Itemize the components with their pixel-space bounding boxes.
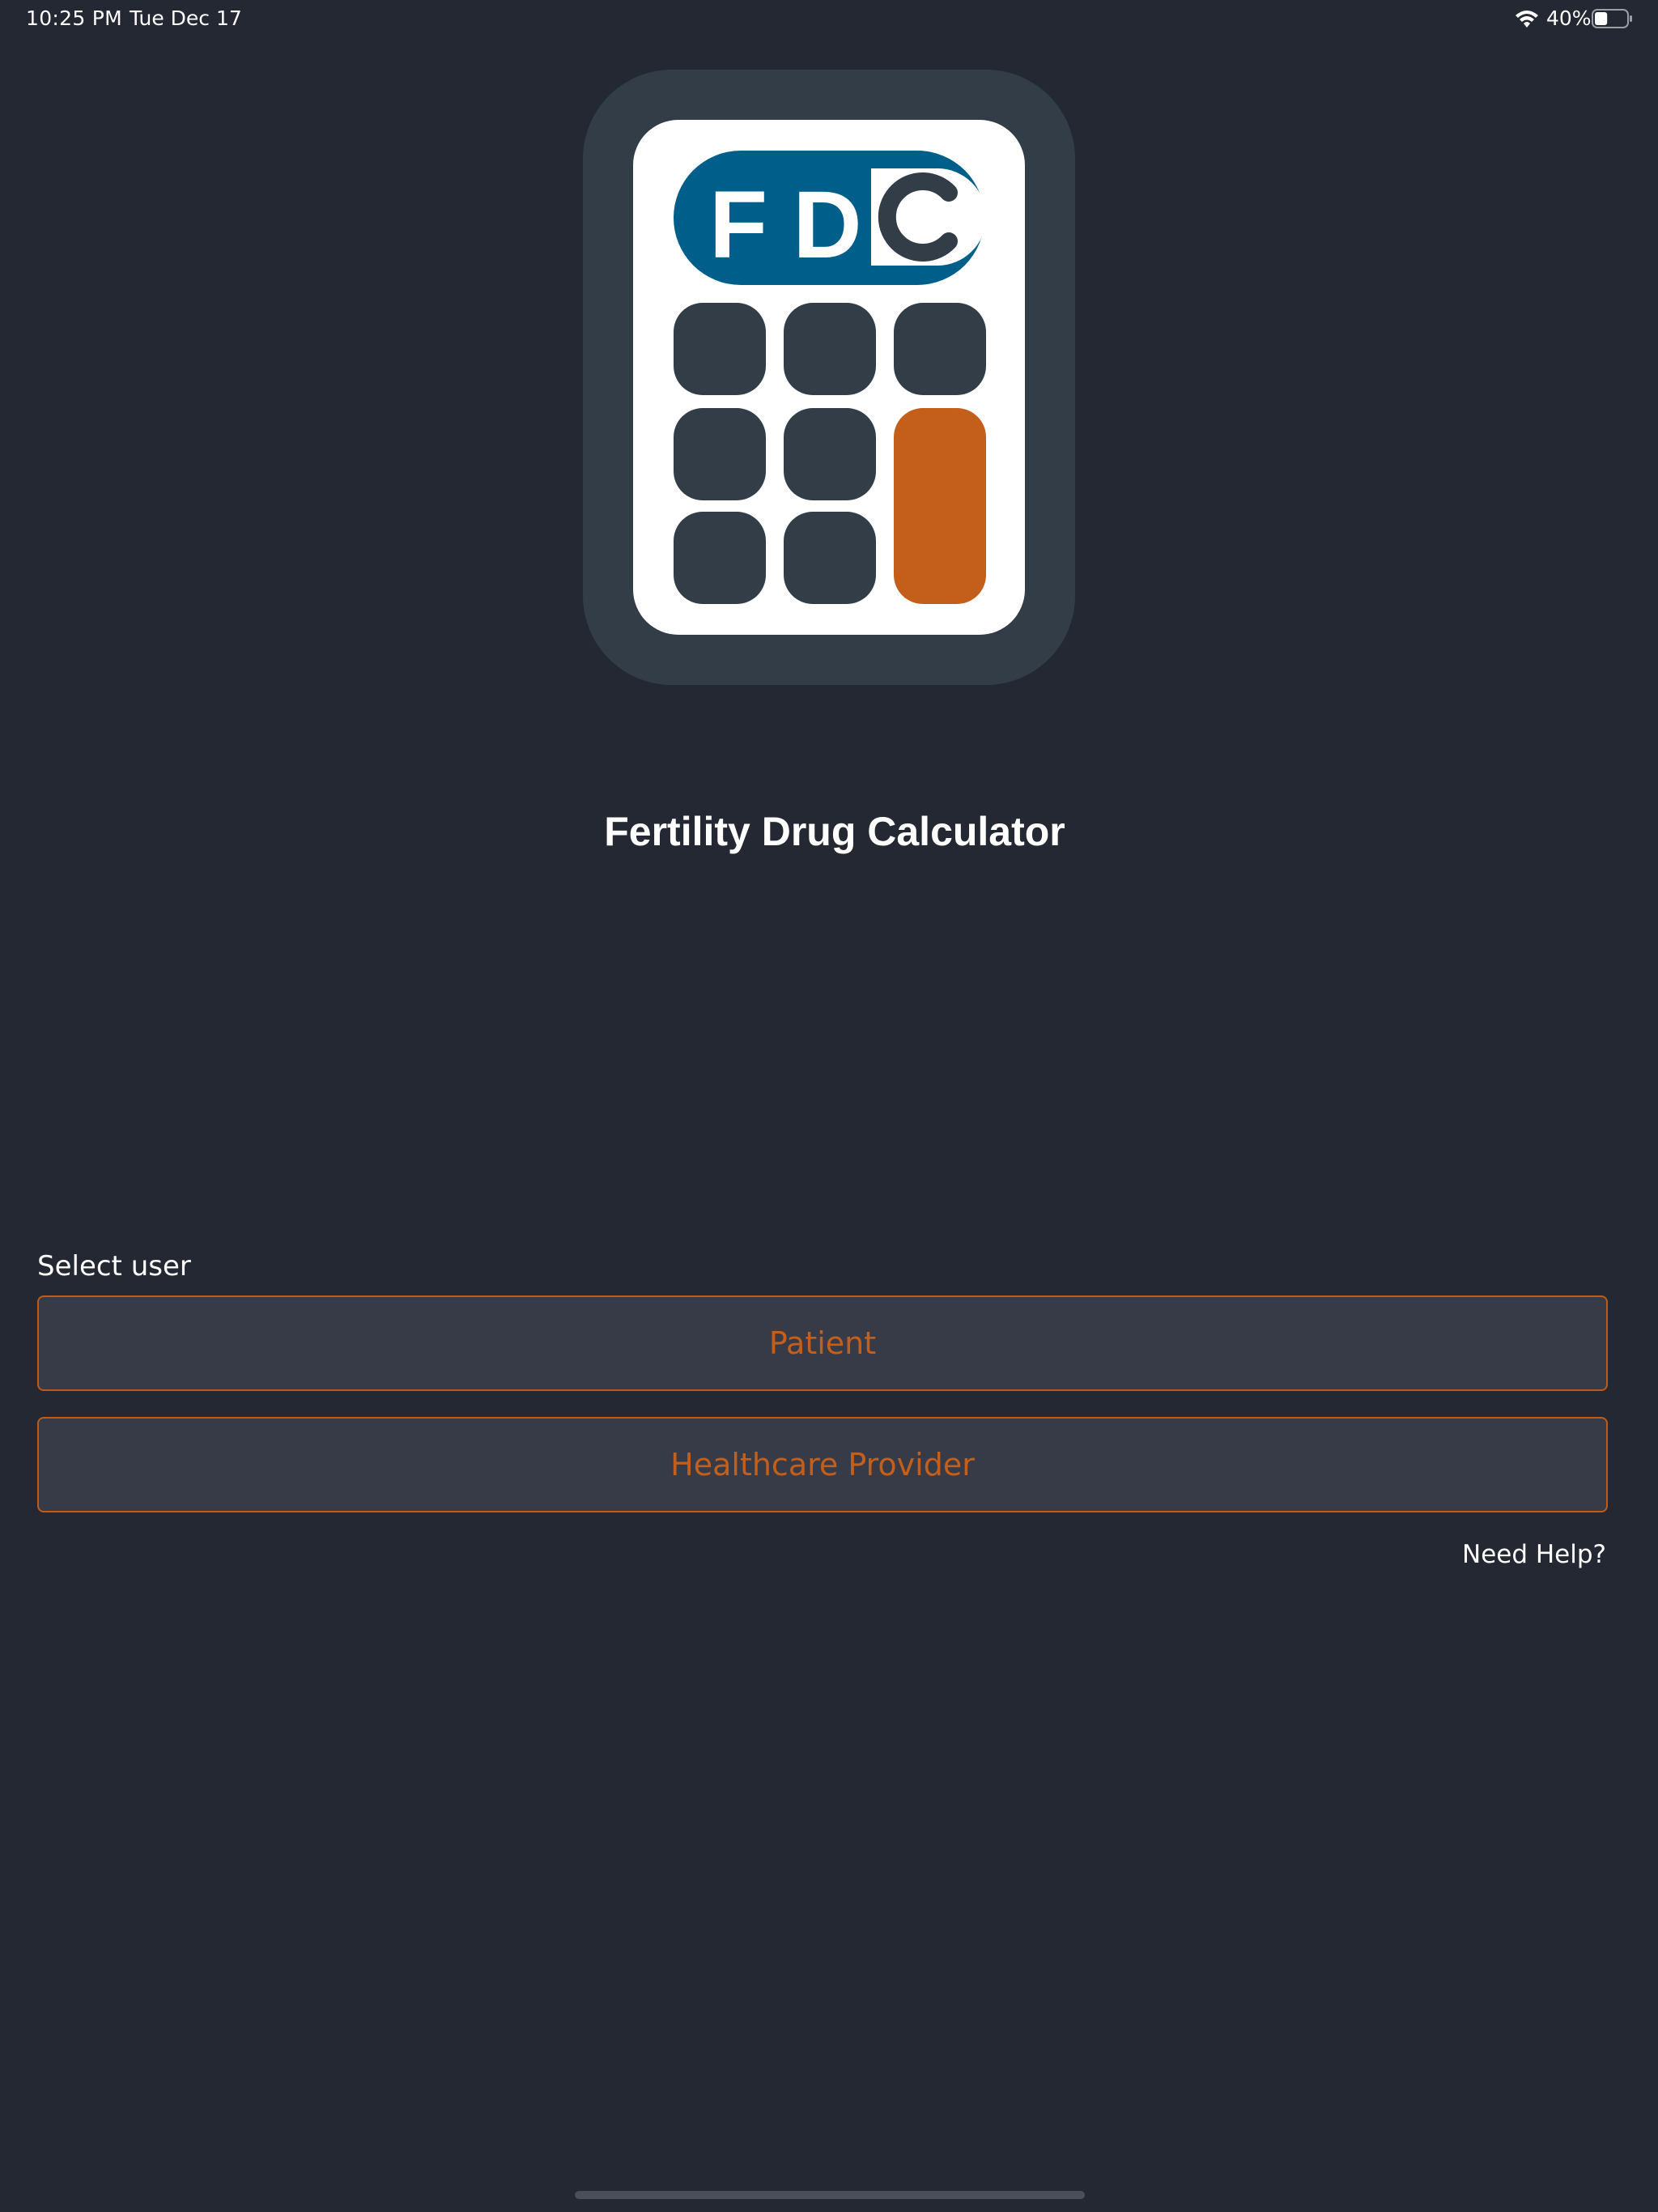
home-indicator[interactable]: [575, 2191, 1085, 2199]
logo-key: [674, 303, 766, 395]
logo-key: [674, 512, 766, 604]
select-user-label: Select user: [37, 1250, 191, 1283]
logo-key: [784, 303, 876, 395]
logo-key: [784, 408, 876, 500]
status-time: 10:25 PM: [26, 6, 123, 30]
app-title: Fertility Drug Calculator: [604, 809, 1065, 854]
healthcare-provider-button[interactable]: Healthcare Provider: [37, 1417, 1608, 1512]
status-bar: 10:25 PM Tue Dec 17 40%: [0, 0, 1658, 39]
battery-icon: [1592, 9, 1632, 28]
logo-key: [784, 512, 876, 604]
fdc-logo: F D: [583, 70, 1075, 685]
status-date: Tue Dec 17: [130, 6, 242, 30]
logo-key-accent: [894, 408, 986, 604]
logo-key: [894, 303, 986, 395]
logo-key: [674, 408, 766, 500]
logo-letter-f: F: [709, 172, 767, 279]
patient-button[interactable]: Patient: [37, 1295, 1608, 1391]
battery-percentage: 40%: [1546, 6, 1592, 30]
need-help-link[interactable]: Need Help?: [1462, 1540, 1606, 1569]
wifi-icon: [1516, 11, 1538, 28]
logo-letter-d: D: [793, 172, 861, 279]
